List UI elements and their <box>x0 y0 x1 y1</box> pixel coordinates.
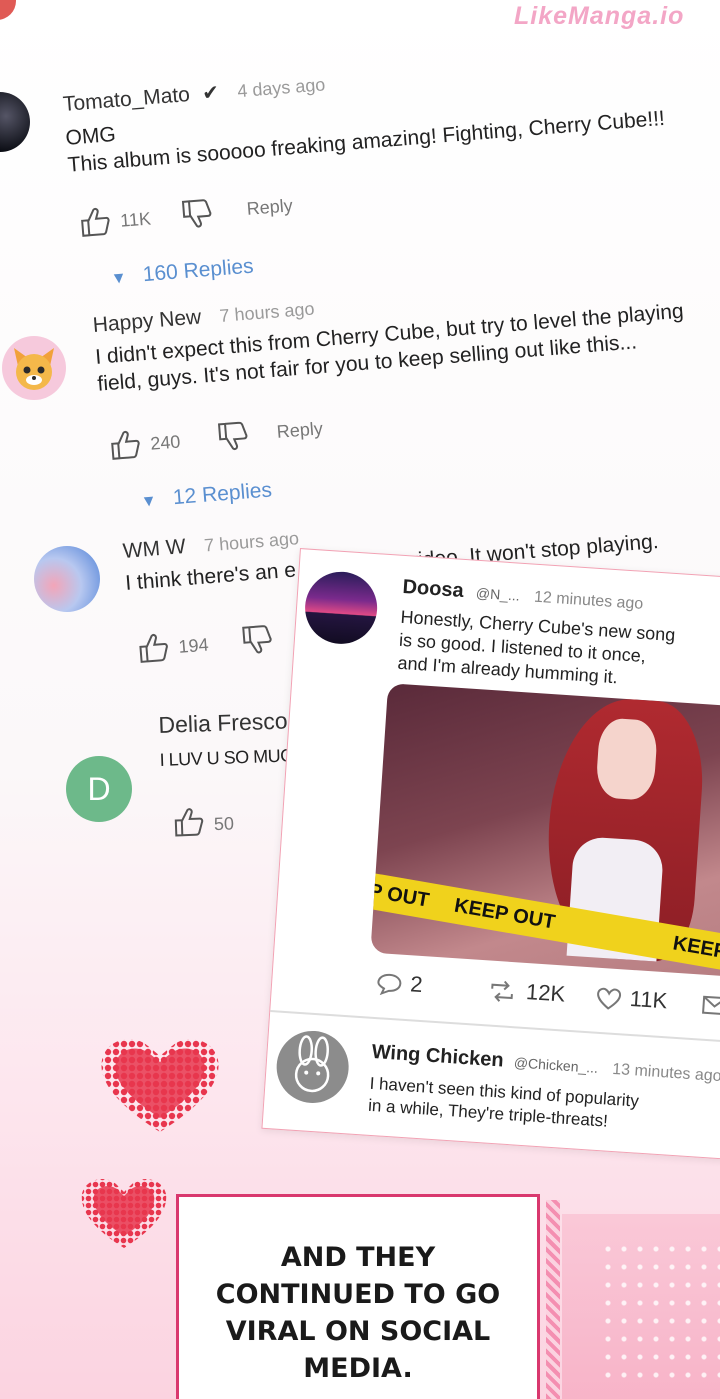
like-count: 11K <box>119 208 152 231</box>
like-button[interactable] <box>79 206 114 243</box>
repost-icon[interactable] <box>487 978 517 1009</box>
comment-time: 4 days ago <box>236 74 326 102</box>
post-username[interactable]: Doosa <box>402 576 464 602</box>
avatar[interactable]: D <box>66 756 132 822</box>
heart-icon[interactable] <box>595 986 623 1017</box>
comment: Tomato_Mato ✔ 4 days ago OMG This album … <box>62 42 716 293</box>
caption-line: CONTINUED TO GO <box>215 1279 501 1310</box>
post-username[interactable]: Wing Chicken <box>371 1041 504 1072</box>
bunny-avatar-icon <box>294 1035 330 1093</box>
dislike-button[interactable] <box>181 197 216 234</box>
thumbs-down-icon <box>242 625 272 654</box>
thumbs-up-icon <box>174 808 204 837</box>
decor-circle <box>0 0 16 20</box>
avatar[interactable] <box>274 1028 351 1106</box>
caption-box: AND THEY CONTINUED TO GO VIRAL ON SOCIAL… <box>176 1194 540 1399</box>
avatar[interactable] <box>2 336 66 400</box>
like-button[interactable] <box>137 632 172 669</box>
avatar[interactable] <box>34 546 100 612</box>
replies-toggle[interactable]: 160 Replies <box>142 255 254 287</box>
heart-decoration <box>81 1179 167 1248</box>
like-count: 194 <box>177 634 210 657</box>
comment-icon[interactable] <box>375 971 403 1002</box>
post-image[interactable]: EP OUTKEEP OUTKEEP OUT <box>370 683 720 981</box>
dislike-button[interactable] <box>217 420 252 457</box>
reply-button[interactable]: Reply <box>246 195 294 220</box>
replies-toggle[interactable]: 12 Replies <box>172 478 273 509</box>
thumbs-down-icon <box>217 421 248 451</box>
character-face <box>595 717 659 801</box>
thumbs-up-icon <box>139 634 168 663</box>
social-post-card: Doosa @N_... 12 minutes ago Honestly, Ch… <box>261 548 720 1164</box>
reply-button[interactable]: Reply <box>276 418 324 443</box>
caption-line: AND THEY <box>280 1242 436 1273</box>
like-count: 11K <box>629 985 669 1014</box>
caption-line: MEDIA. <box>303 1353 413 1384</box>
thumbs-up-icon <box>111 430 140 460</box>
comment-count: 2 <box>409 971 424 998</box>
post-time: 13 minutes ago <box>611 1060 720 1086</box>
comment: Happy New 7 hours ago I didn't expect th… <box>92 265 720 515</box>
expand-triangle-icon[interactable]: ▼ <box>140 493 157 511</box>
comment-time: 7 hours ago <box>203 528 300 556</box>
verified-check-icon: ✔ <box>201 81 220 105</box>
like-count: 240 <box>149 431 182 454</box>
avatar[interactable] <box>0 92 30 152</box>
dislike-button[interactable] <box>241 623 276 660</box>
like-button[interactable] <box>173 806 206 842</box>
post-handle[interactable]: @Chicken_... <box>513 1054 598 1076</box>
post-handle[interactable]: @N_... <box>475 585 520 604</box>
thumbs-up-icon <box>81 207 110 237</box>
comment-time: 7 hours ago <box>218 298 316 326</box>
like-button[interactable] <box>109 428 144 465</box>
thumbs-down-icon <box>181 199 212 228</box>
avatar-letter: D <box>87 771 111 807</box>
comment-username[interactable]: Tomato_Mato <box>62 83 191 116</box>
comment-username[interactable]: Happy New <box>92 305 202 336</box>
pink-stripe <box>546 1200 560 1399</box>
fox-avatar-icon <box>14 348 54 390</box>
expand-triangle-icon[interactable]: ▼ <box>110 270 127 288</box>
repost-count: 12K <box>525 978 567 1007</box>
post-time: 12 minutes ago <box>533 588 644 613</box>
comment-username[interactable]: WM W <box>122 535 187 563</box>
heart-decoration <box>101 1038 219 1132</box>
caption-line: VIRAL ON SOCIAL <box>225 1316 491 1347</box>
like-count: 50 <box>213 813 235 835</box>
avatar[interactable] <box>302 569 380 647</box>
sparkle-dots <box>600 1240 720 1390</box>
watermark: LikeManga.io <box>514 2 685 30</box>
mail-icon[interactable] <box>701 995 720 1022</box>
